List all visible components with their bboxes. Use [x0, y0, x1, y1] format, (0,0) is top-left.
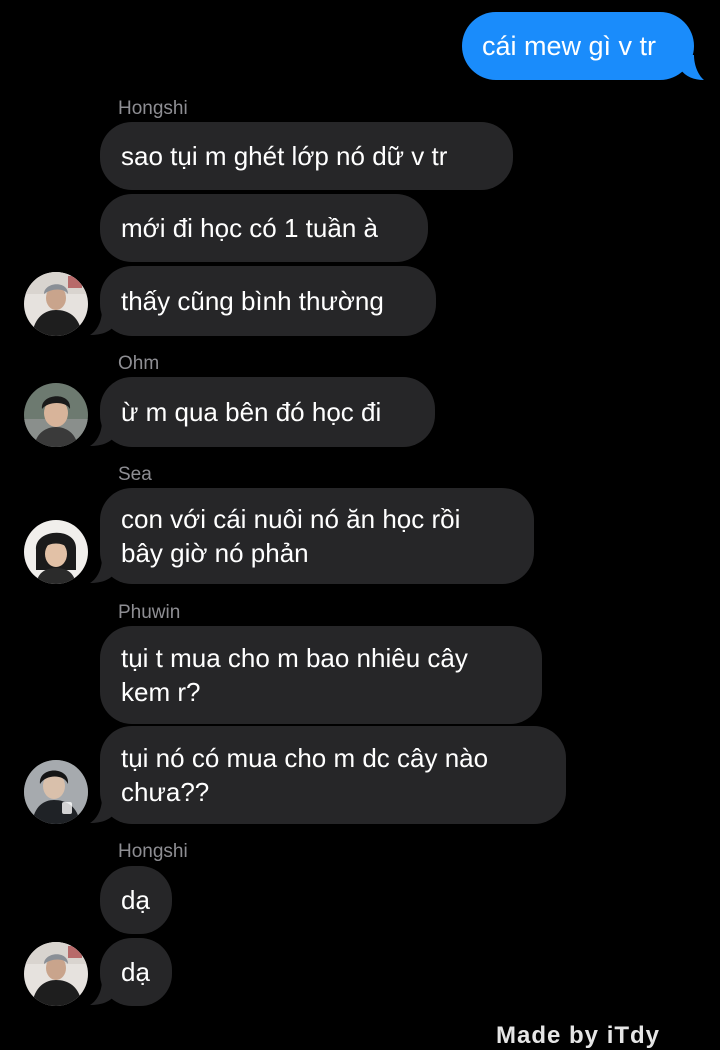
avatar-phuwin[interactable]: [24, 760, 88, 824]
message-bubble[interactable]: ừ m qua bên đó học đi: [100, 377, 435, 447]
avatar-ohm[interactable]: [24, 383, 88, 447]
message-text: sao tụi m ghét lớp nó dữ v tr: [121, 141, 448, 171]
received-bubble-tail: [90, 980, 116, 1005]
message-bubble[interactable]: mới đi học có 1 tuần à: [100, 194, 428, 262]
watermark-text-partial: Made by iTdy: [496, 1022, 661, 1049]
message-bubble[interactable]: thấy cũng bình thường: [100, 266, 436, 336]
message-text: con với cái nuôi nó ăn học rồi bây giờ n…: [121, 504, 461, 568]
sender-name-hongshi: Hongshi: [118, 841, 188, 862]
avatar-hongshi[interactable]: [24, 942, 88, 1006]
sent-bubble-tail: [680, 55, 704, 80]
message-bubble[interactable]: con với cái nuôi nó ăn học rồi bây giờ n…: [100, 488, 534, 584]
sender-name-hongshi: Hongshi: [118, 98, 188, 119]
received-bubble-tail: [90, 798, 116, 823]
message-text: ừ m qua bên đó học đi: [121, 397, 382, 427]
avatar-hongshi[interactable]: [24, 272, 88, 336]
sent-message-bubble[interactable]: cái mew gì v tr: [462, 12, 694, 80]
message-text: dạ: [121, 957, 150, 987]
sender-name-phuwin: Phuwin: [118, 602, 181, 623]
message-text: tụi nó có mua cho m dc cây nào chưa??: [121, 743, 489, 807]
message-text: mới đi học có 1 tuần à: [121, 213, 378, 243]
message-bubble[interactable]: dạ: [100, 866, 172, 934]
sent-message-text: cái mew gì v tr: [482, 31, 657, 61]
received-bubble-tail: [90, 421, 116, 446]
message-text: tụi t mua cho m bao nhiêu cây kem r?: [121, 643, 468, 707]
received-bubble-tail: [90, 310, 116, 335]
message-bubble[interactable]: sao tụi m ghét lớp nó dữ v tr: [100, 122, 513, 190]
sender-name-ohm: Ohm: [118, 353, 160, 374]
received-bubble-tail: [90, 558, 116, 583]
message-text: dạ: [121, 885, 150, 915]
message-text: thấy cũng bình thường: [121, 286, 384, 316]
message-bubble[interactable]: tụi t mua cho m bao nhiêu cây kem r?: [100, 626, 542, 724]
sender-name-sea: Sea: [118, 464, 152, 485]
message-bubble[interactable]: tụi nó có mua cho m dc cây nào chưa??: [100, 726, 566, 824]
avatar-sea[interactable]: [24, 520, 88, 584]
